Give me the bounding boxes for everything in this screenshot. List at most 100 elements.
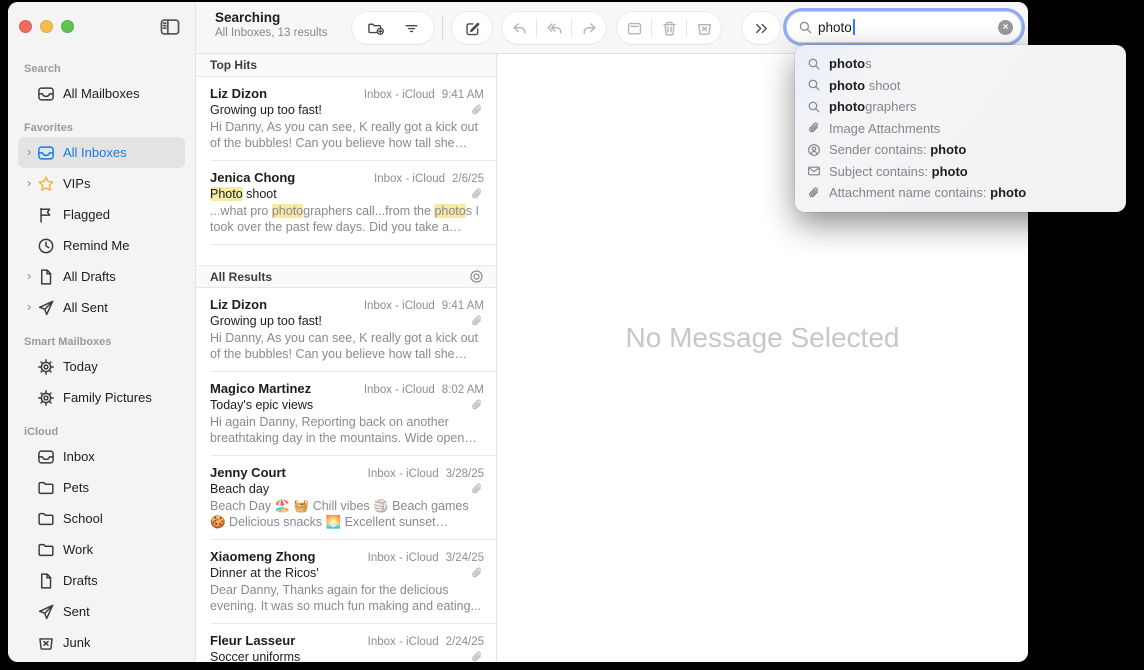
message-subject: Today's epic views xyxy=(210,398,470,412)
message-subject: Photo shoot xyxy=(210,187,470,201)
text-segment: Beach Day 🏖️ 🧺 Chill vibes 🏐 Beach games… xyxy=(210,499,469,529)
sidebar-item-work[interactable]: Work xyxy=(18,534,185,565)
suggestion-row[interactable]: photos xyxy=(795,53,1126,75)
message-sender: Liz Dizon xyxy=(210,86,268,101)
text-segment: Growing up too fast! xyxy=(210,314,322,328)
message-row[interactable]: Liz Dizon Inbox - iCloud 9:41 AM Growing up… xyxy=(196,288,496,372)
search-suggestions-panel: photos photo shoot photographers Image Atta… xyxy=(795,45,1126,212)
compose-button[interactable] xyxy=(459,15,485,41)
message-subject-line: Soccer uniforms xyxy=(210,650,484,662)
message-header-line: Magico Martinez Inbox - iCloud 8:02 AM xyxy=(210,381,484,396)
close-window-button[interactable] xyxy=(19,20,32,33)
suggestion-row[interactable]: photo shoot xyxy=(795,75,1126,97)
search-icon xyxy=(807,78,821,92)
message-sender: Jenica Chong xyxy=(210,170,296,185)
search-scope-spiral-icon[interactable] xyxy=(469,269,484,284)
message-sender: Liz Dizon xyxy=(210,297,268,312)
mailbox-icon xyxy=(37,448,55,466)
message-header-line: Liz Dizon Inbox - iCloud 9:41 AM xyxy=(210,297,484,312)
message-subject-line: Beach day xyxy=(210,482,484,496)
sidebar-item-drafts[interactable]: Drafts xyxy=(18,565,185,596)
sidebar-item-remind-me[interactable]: Remind Me xyxy=(18,230,185,261)
text-segment: photo xyxy=(990,185,1027,201)
sidebar-item-inbox[interactable]: Inbox xyxy=(18,441,185,472)
chevron-right-icon[interactable] xyxy=(22,178,37,189)
suggestion-text: photo shoot xyxy=(829,78,901,93)
text-segment: Today's epic views xyxy=(210,398,314,412)
sidebar-section-header-favorites: Favorites xyxy=(24,122,73,134)
new-mailbox-button[interactable] xyxy=(362,15,388,41)
minimize-window-button[interactable] xyxy=(40,20,53,33)
fullscreen-window-button[interactable] xyxy=(61,20,74,33)
chevron-right-icon[interactable] xyxy=(22,147,37,158)
folder-icon xyxy=(37,479,55,497)
search-input[interactable]: photo × xyxy=(786,11,1022,43)
sidebar-item-all-mailboxes[interactable]: All Mailboxes xyxy=(18,78,185,109)
sidebar-item-all-sent[interactable]: All Sent xyxy=(18,292,185,323)
divider xyxy=(536,19,537,37)
message-header-line: Jenica Chong Inbox - iCloud 2/6/25 xyxy=(210,170,484,185)
sidebar-toggle-icon[interactable] xyxy=(159,16,183,40)
suggestion-text: Sender contains: photo xyxy=(829,142,966,157)
sidebar-item-sent[interactable]: Sent xyxy=(18,596,185,627)
message-subject-line: Today's epic views xyxy=(210,398,484,412)
message-date: 3/24/25 xyxy=(445,552,484,564)
suggestion-row[interactable]: Subject contains: photo xyxy=(795,161,1126,183)
text-segment: Sender contains: xyxy=(829,142,931,158)
clear-search-button[interactable]: × xyxy=(998,19,1013,35)
sidebar-item-school[interactable]: School xyxy=(18,503,185,534)
attachment-paperclip-icon xyxy=(470,482,484,496)
sidebar-item-all-inboxes[interactable]: All Inboxes xyxy=(18,137,185,168)
message-row[interactable]: Jenica Chong Inbox - iCloud 2/6/25 Photo sh… xyxy=(196,161,496,245)
folder-icon xyxy=(37,510,55,528)
more-toolbar-items-button[interactable] xyxy=(748,15,774,41)
delete-buttons-group xyxy=(617,12,721,44)
text-segment: Hi Danny, As you can see, K really got a… xyxy=(210,120,478,150)
search-icon xyxy=(807,100,821,114)
text-segment: Image Attachments xyxy=(829,120,941,136)
message-row[interactable]: Jenny Court Inbox - iCloud 3/28/25 Beach da… xyxy=(196,456,496,540)
text-segment: Attachment name contains: xyxy=(829,185,991,201)
sidebar-item-flagged[interactable]: Flagged xyxy=(18,199,185,230)
sidebar-item-vips[interactable]: VIPs xyxy=(18,168,185,199)
sidebar-item-label: Pets xyxy=(63,480,90,495)
suggestion-row[interactable]: Sender contains: photo xyxy=(795,139,1126,161)
suggestion-row[interactable]: Image Attachments xyxy=(795,118,1126,140)
forward-button[interactable] xyxy=(576,15,602,41)
filter-button[interactable] xyxy=(398,15,424,41)
reply-all-button[interactable] xyxy=(541,15,567,41)
divider xyxy=(686,19,687,37)
chevron-right-icon[interactable] xyxy=(22,271,37,282)
junk-button[interactable] xyxy=(691,15,717,41)
text-segment: shoot xyxy=(242,187,277,201)
message-subject-line: Dinner at the Ricos' xyxy=(210,566,484,580)
text-segment: Dear Danny, Thanks again for the delicio… xyxy=(210,583,481,613)
message-row[interactable]: Liz Dizon Inbox - iCloud 9:41 AM Growing up… xyxy=(196,77,496,161)
suggestion-text: photographers xyxy=(829,99,916,114)
message-mailbox: Inbox - iCloud xyxy=(367,636,439,648)
message-subject: Soccer uniforms xyxy=(210,650,470,662)
sidebar-item-all-drafts[interactable]: All Drafts xyxy=(18,261,185,292)
sidebar-item-today[interactable]: Today xyxy=(18,351,185,382)
reply-button[interactable] xyxy=(506,15,532,41)
sidebar-item-pets[interactable]: Pets xyxy=(18,472,185,503)
search-icon xyxy=(807,57,821,71)
mailbox-icon xyxy=(37,144,55,162)
message-date: 9:41 AM xyxy=(441,300,484,312)
message-subject-line: Growing up too fast! xyxy=(210,103,484,117)
message-header-line: Fleur Lasseur Inbox - iCloud 2/24/25 xyxy=(210,633,484,648)
sidebar-item-junk[interactable]: Junk xyxy=(18,627,185,658)
suggestion-row[interactable]: photographers xyxy=(795,96,1126,118)
text-segment: ...what pro xyxy=(210,204,272,218)
archive-button[interactable] xyxy=(621,15,647,41)
divider xyxy=(571,19,572,37)
message-row[interactable]: Fleur Lasseur Inbox - iCloud 2/24/25 Soccer… xyxy=(196,624,496,662)
message-row[interactable]: Xiaomeng Zhong Inbox - iCloud 3/24/25 Dinne… xyxy=(196,540,496,624)
attachment-paperclip-icon xyxy=(470,103,484,117)
text-segment: photo xyxy=(829,56,866,72)
suggestion-row[interactable]: Attachment name contains: photo xyxy=(795,182,1126,204)
chevron-right-icon[interactable] xyxy=(22,302,37,313)
message-row[interactable]: Magico Martinez Inbox - iCloud 8:02 AM Toda… xyxy=(196,372,496,456)
sidebar-item-family-pictures[interactable]: Family Pictures xyxy=(18,382,185,413)
trash-button[interactable] xyxy=(656,15,682,41)
